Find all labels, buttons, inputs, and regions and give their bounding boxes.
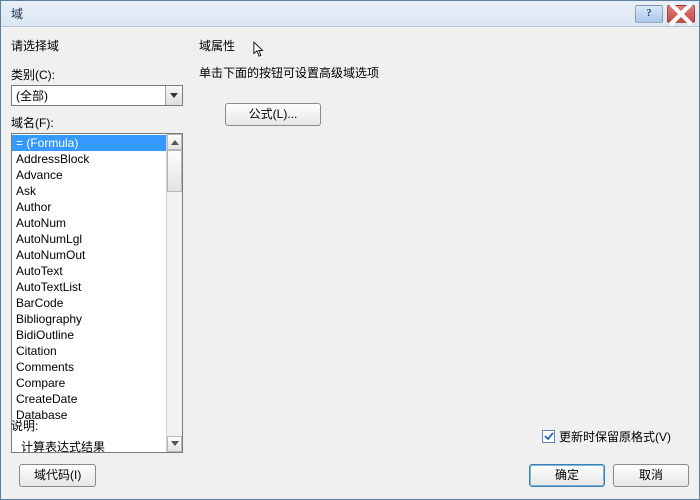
formula-button[interactable]: 公式(L)... <box>225 103 321 126</box>
description-block: 说明: 计算表达式结果 <box>11 417 105 455</box>
list-item[interactable]: Ask <box>12 183 166 199</box>
description-text: 计算表达式结果 <box>21 438 105 455</box>
fieldname-listbox[interactable]: = (Formula)AddressBlockAdvanceAskAuthorA… <box>11 133 183 453</box>
list-item[interactable]: AutoTextList <box>12 279 166 295</box>
field-properties-label: 域属性 <box>199 39 235 53</box>
fieldname-label: 域名(F): <box>11 114 183 131</box>
cancel-button[interactable]: 取消 <box>613 464 689 487</box>
list-item[interactable]: Author <box>12 199 166 215</box>
list-item[interactable]: = (Formula) <box>12 135 166 151</box>
category-label: 类别(C): <box>11 66 183 83</box>
list-item[interactable]: BidiOutline <box>12 327 166 343</box>
list-item[interactable]: AddressBlock <box>12 151 166 167</box>
combo-dropdown-button[interactable] <box>165 86 182 105</box>
scroll-down-button[interactable] <box>167 436 182 452</box>
list-item[interactable]: AutoNum <box>12 215 166 231</box>
title-bar: 域 ? <box>1 1 699 27</box>
list-item[interactable]: Citation <box>12 343 166 359</box>
ok-button[interactable]: 确定 <box>529 464 605 487</box>
list-item[interactable]: Compare <box>12 375 166 391</box>
select-field-label: 请选择域 <box>11 37 183 54</box>
preserve-format-checkbox[interactable] <box>542 430 555 443</box>
window-title: 域 <box>11 5 631 22</box>
right-pane: 域属性 单击下面的按钮可设置高级域选项 公式(L)... 更新时保留原格式(V) <box>183 35 689 453</box>
close-button[interactable] <box>667 5 695 23</box>
field-codes-button[interactable]: 域代码(I) <box>19 464 96 487</box>
left-pane: 请选择域 类别(C): (全部) 域名(F): = (Formula)Addre… <box>11 35 183 453</box>
description-label: 说明: <box>11 417 105 434</box>
preserve-format-label: 更新时保留原格式(V) <box>559 428 671 445</box>
scroll-track[interactable] <box>167 150 182 436</box>
list-item[interactable]: Advance <box>12 167 166 183</box>
scroll-thumb[interactable] <box>167 150 182 192</box>
list-item[interactable]: AutoNumLgl <box>12 231 166 247</box>
chevron-up-icon <box>171 139 179 145</box>
listbox-scrollbar[interactable] <box>166 134 182 452</box>
preserve-format-row[interactable]: 更新时保留原格式(V) <box>542 428 671 445</box>
list-item[interactable]: AutoText <box>12 263 166 279</box>
list-item[interactable]: Comments <box>12 359 166 375</box>
list-item[interactable]: BarCode <box>12 295 166 311</box>
field-properties-note: 单击下面的按钮可设置高级域选项 <box>199 64 689 81</box>
help-button[interactable]: ? <box>635 5 663 23</box>
chevron-down-icon <box>170 93 178 99</box>
category-value: (全部) <box>12 86 165 105</box>
category-combo[interactable]: (全部) <box>11 85 183 106</box>
list-item[interactable]: Bibliography <box>12 311 166 327</box>
close-icon <box>668 1 694 27</box>
list-item[interactable]: AutoNumOut <box>12 247 166 263</box>
list-item[interactable]: CreateDate <box>12 391 166 407</box>
cursor-icon <box>253 41 267 59</box>
scroll-up-button[interactable] <box>167 134 182 150</box>
check-icon <box>544 432 554 441</box>
bottom-bar: 域代码(I) 确定 取消 <box>1 457 699 499</box>
chevron-down-icon <box>171 441 179 447</box>
